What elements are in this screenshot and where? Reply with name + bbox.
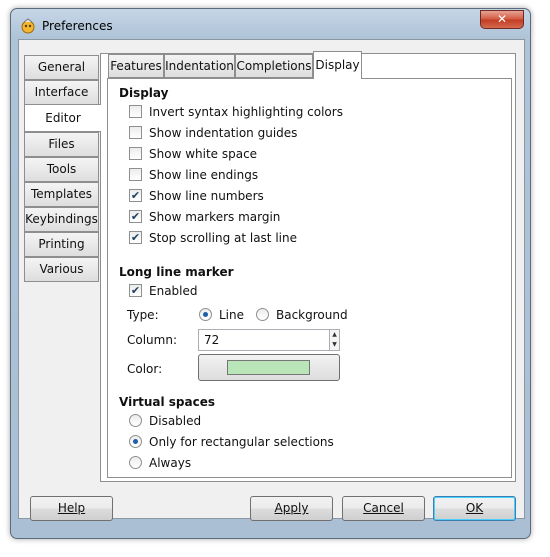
side-tab-editor[interactable]: Editor: [24, 104, 101, 132]
line-numbers-checkbox[interactable]: ✔ Show line numbers: [129, 187, 264, 205]
radio-label: Background: [276, 308, 348, 322]
radio-button[interactable]: [199, 308, 212, 321]
radio-button[interactable]: [129, 414, 142, 427]
ok-button[interactable]: OK: [433, 496, 516, 521]
window-title: Preferences: [42, 19, 113, 33]
checkbox-label: Show white space: [149, 147, 258, 161]
color-swatch: [227, 360, 310, 375]
indentation-guides-checkbox[interactable]: Show indentation guides: [129, 124, 297, 142]
apply-button[interactable]: Apply: [250, 496, 333, 521]
checkbox-label: Invert syntax highlighting colors: [149, 105, 343, 119]
column-value[interactable]: 72: [204, 333, 219, 347]
virtual-spaces-section-heading: Virtual spaces: [119, 395, 215, 409]
white-space-checkbox[interactable]: Show white space: [129, 145, 257, 163]
checkbox-label: Enabled: [149, 284, 198, 298]
checkbox-box[interactable]: [129, 105, 142, 118]
tab-completions[interactable]: Completions: [235, 54, 313, 78]
radio-label: Disabled: [149, 414, 202, 428]
radio-button[interactable]: [256, 308, 269, 321]
checkbox-label: Show line endings: [149, 168, 259, 182]
side-tab-printing[interactable]: Printing: [24, 232, 99, 257]
preferences-app-icon: [21, 18, 35, 34]
checkbox-box[interactable]: [129, 168, 142, 181]
help-button[interactable]: Help: [30, 496, 113, 521]
color-label: Color:: [127, 362, 163, 376]
display-section-heading: Display: [119, 86, 169, 100]
preferences-window: Preferences ✕ General Interface Editor F…: [10, 8, 531, 539]
side-tab-keybindings[interactable]: Keybindings: [24, 207, 99, 232]
help-button-label: Help: [57, 501, 86, 515]
radio-label: Line: [219, 308, 245, 322]
side-tab-various[interactable]: Various: [24, 257, 99, 282]
line-endings-checkbox[interactable]: Show line endings: [129, 166, 258, 184]
tab-indentation[interactable]: Indentation: [164, 54, 235, 78]
dialog-body: General Interface Editor Files Tools Tem…: [18, 39, 525, 521]
color-picker-button[interactable]: [198, 354, 340, 381]
radio-button[interactable]: [129, 456, 142, 469]
side-tab-templates[interactable]: Templates: [24, 182, 99, 207]
checkbox-box[interactable]: [129, 147, 142, 160]
ok-button-label: OK: [465, 501, 484, 515]
checkmark-icon[interactable]: ✔: [129, 284, 142, 297]
side-tab-interface[interactable]: Interface: [24, 80, 99, 105]
type-label: Type:: [127, 308, 159, 322]
side-tab-tools[interactable]: Tools: [24, 157, 99, 182]
virtual-always-radio[interactable]: Always: [129, 454, 191, 472]
tab-display[interactable]: Display: [313, 51, 362, 79]
close-button[interactable]: ✕: [480, 10, 524, 29]
display-tab-content: Display Invert syntax highlighting color…: [107, 78, 512, 478]
tab-features[interactable]: Features: [108, 54, 164, 78]
radio-button[interactable]: [129, 435, 142, 448]
checkbox-box[interactable]: [129, 126, 142, 139]
invert-syntax-checkbox[interactable]: Invert syntax highlighting colors: [129, 103, 343, 121]
radio-label: Always: [149, 456, 192, 470]
column-spinbox[interactable]: 72 ▲ ▼: [198, 329, 340, 351]
checkmark-icon[interactable]: ✔: [129, 189, 142, 202]
checkbox-label: Show markers margin: [149, 210, 281, 224]
virtual-disabled-radio[interactable]: Disabled: [129, 412, 201, 430]
long-line-section-heading: Long line marker: [119, 265, 234, 279]
markers-margin-checkbox[interactable]: ✔ Show markers margin: [129, 208, 280, 226]
spin-up-icon[interactable]: ▲: [329, 330, 339, 340]
side-tab-files[interactable]: Files: [24, 132, 99, 157]
checkbox-label: Show indentation guides: [149, 126, 298, 140]
apply-button-label: Apply: [274, 501, 309, 515]
cancel-button-label: Cancel: [363, 501, 404, 515]
close-icon: ✕: [496, 12, 508, 26]
checkbox-label: Show line numbers: [149, 189, 264, 203]
title-bar[interactable]: Preferences ✕: [11, 9, 530, 39]
cancel-button[interactable]: Cancel: [342, 496, 425, 521]
side-tab-general[interactable]: General: [24, 55, 99, 80]
column-label: Column:: [127, 333, 177, 347]
type-background-radio[interactable]: Background: [256, 306, 348, 324]
checkmark-icon[interactable]: ✔: [129, 210, 142, 223]
type-line-radio[interactable]: Line: [199, 306, 244, 324]
radio-label: Only for rectangular selections: [149, 435, 334, 449]
virtual-rectangular-radio[interactable]: Only for rectangular selections: [129, 433, 334, 451]
checkmark-icon[interactable]: ✔: [129, 231, 142, 244]
spin-down-icon[interactable]: ▼: [329, 340, 339, 350]
long-line-enabled-checkbox[interactable]: ✔ Enabled: [129, 282, 198, 300]
stop-scrolling-checkbox[interactable]: ✔ Stop scrolling at last line: [129, 229, 297, 247]
checkbox-label: Stop scrolling at last line: [149, 231, 297, 245]
